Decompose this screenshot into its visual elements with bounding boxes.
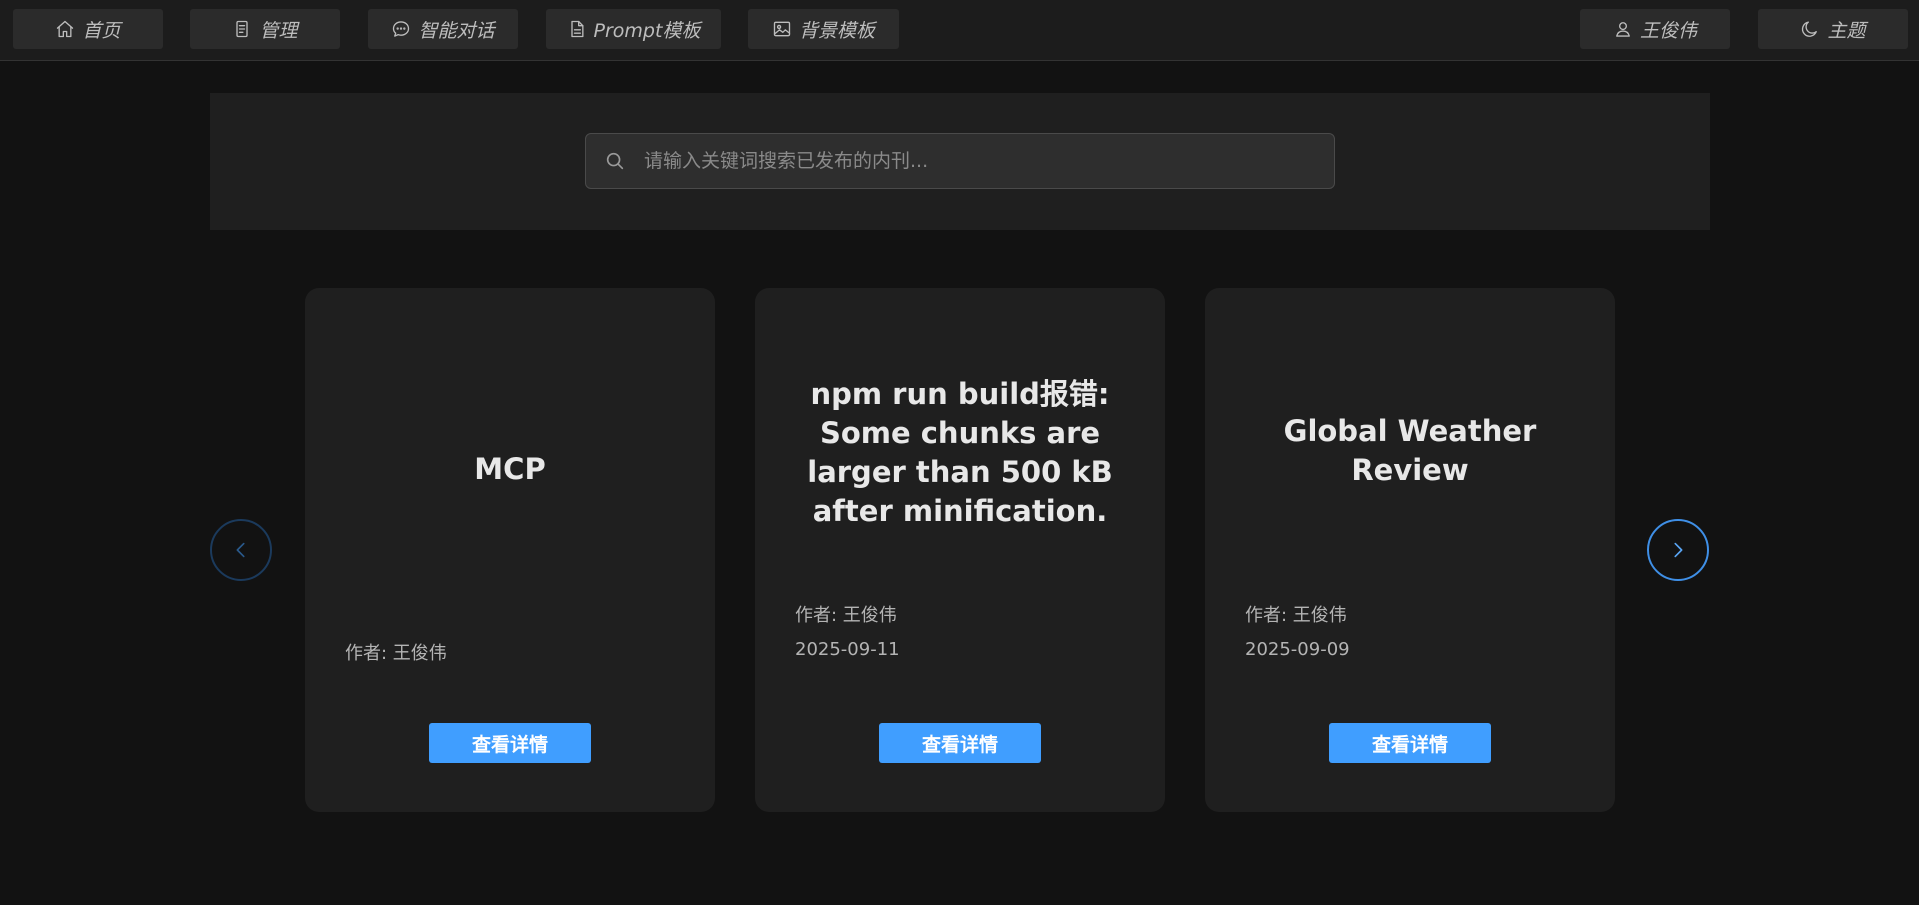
nav-chat-label: 智能对话 xyxy=(418,19,495,42)
article-card: npm run build报错: Some chunks are larger … xyxy=(755,288,1165,812)
view-details-button[interactable]: 查看详情 xyxy=(1329,723,1491,763)
carousel-next-button[interactable] xyxy=(1647,519,1709,581)
image-icon xyxy=(772,19,792,39)
chevron-right-icon xyxy=(1667,539,1689,561)
card-author: 作者: 王俊伟 xyxy=(1245,605,1347,626)
nav-chat-button[interactable]: 智能对话 xyxy=(368,9,518,49)
article-card: Global Weather Review 作者: 王俊伟 2025-09-09… xyxy=(1205,288,1615,812)
nav-background-template-label: 背景模板 xyxy=(798,19,875,42)
home-icon xyxy=(55,19,75,39)
search-icon xyxy=(604,150,626,172)
card-title: MCP xyxy=(474,452,546,486)
search-box[interactable] xyxy=(585,133,1335,189)
card-author: 作者: 王俊伟 xyxy=(345,643,447,664)
card-date: 2025-09-11 xyxy=(795,639,900,660)
top-navigation-bar: 首页 管理 智能对话 Prompt模板 背景模板 王俊伟 主题 xyxy=(0,0,1919,61)
nav-home-label: 首页 xyxy=(82,19,121,42)
search-input[interactable] xyxy=(644,134,1334,188)
carousel-prev-button[interactable] xyxy=(210,519,272,581)
card-title: Global Weather Review xyxy=(1283,414,1537,487)
nav-prompt-template-label: Prompt模板 xyxy=(593,19,701,42)
nav-user-button[interactable]: 王俊伟 xyxy=(1580,9,1730,49)
card-author: 作者: 王俊伟 xyxy=(795,605,897,626)
search-panel xyxy=(210,93,1710,230)
moon-icon xyxy=(1800,19,1820,39)
nav-user-label: 王俊伟 xyxy=(1639,19,1697,42)
nav-theme-button[interactable]: 主题 xyxy=(1758,9,1908,49)
nav-home-button[interactable]: 首页 xyxy=(13,9,163,49)
nav-theme-label: 主题 xyxy=(1827,19,1866,42)
card-title: npm run build报错: Some chunks are larger … xyxy=(807,377,1113,528)
nav-manage-button[interactable]: 管理 xyxy=(190,9,340,49)
nav-manage-label: 管理 xyxy=(259,19,298,42)
chat-bubble-icon xyxy=(391,19,411,39)
card-date: 2025-09-09 xyxy=(1245,639,1350,660)
chevron-left-icon xyxy=(230,539,252,561)
user-icon xyxy=(1613,19,1633,39)
nav-prompt-template-button[interactable]: Prompt模板 xyxy=(546,9,721,49)
document-icon xyxy=(232,19,252,39)
view-details-button[interactable]: 查看详情 xyxy=(429,723,591,763)
nav-background-template-button[interactable]: 背景模板 xyxy=(748,9,899,49)
file-icon xyxy=(567,19,587,39)
view-details-button[interactable]: 查看详情 xyxy=(879,723,1041,763)
article-card: MCP 作者: 王俊伟 查看详情 xyxy=(305,288,715,812)
